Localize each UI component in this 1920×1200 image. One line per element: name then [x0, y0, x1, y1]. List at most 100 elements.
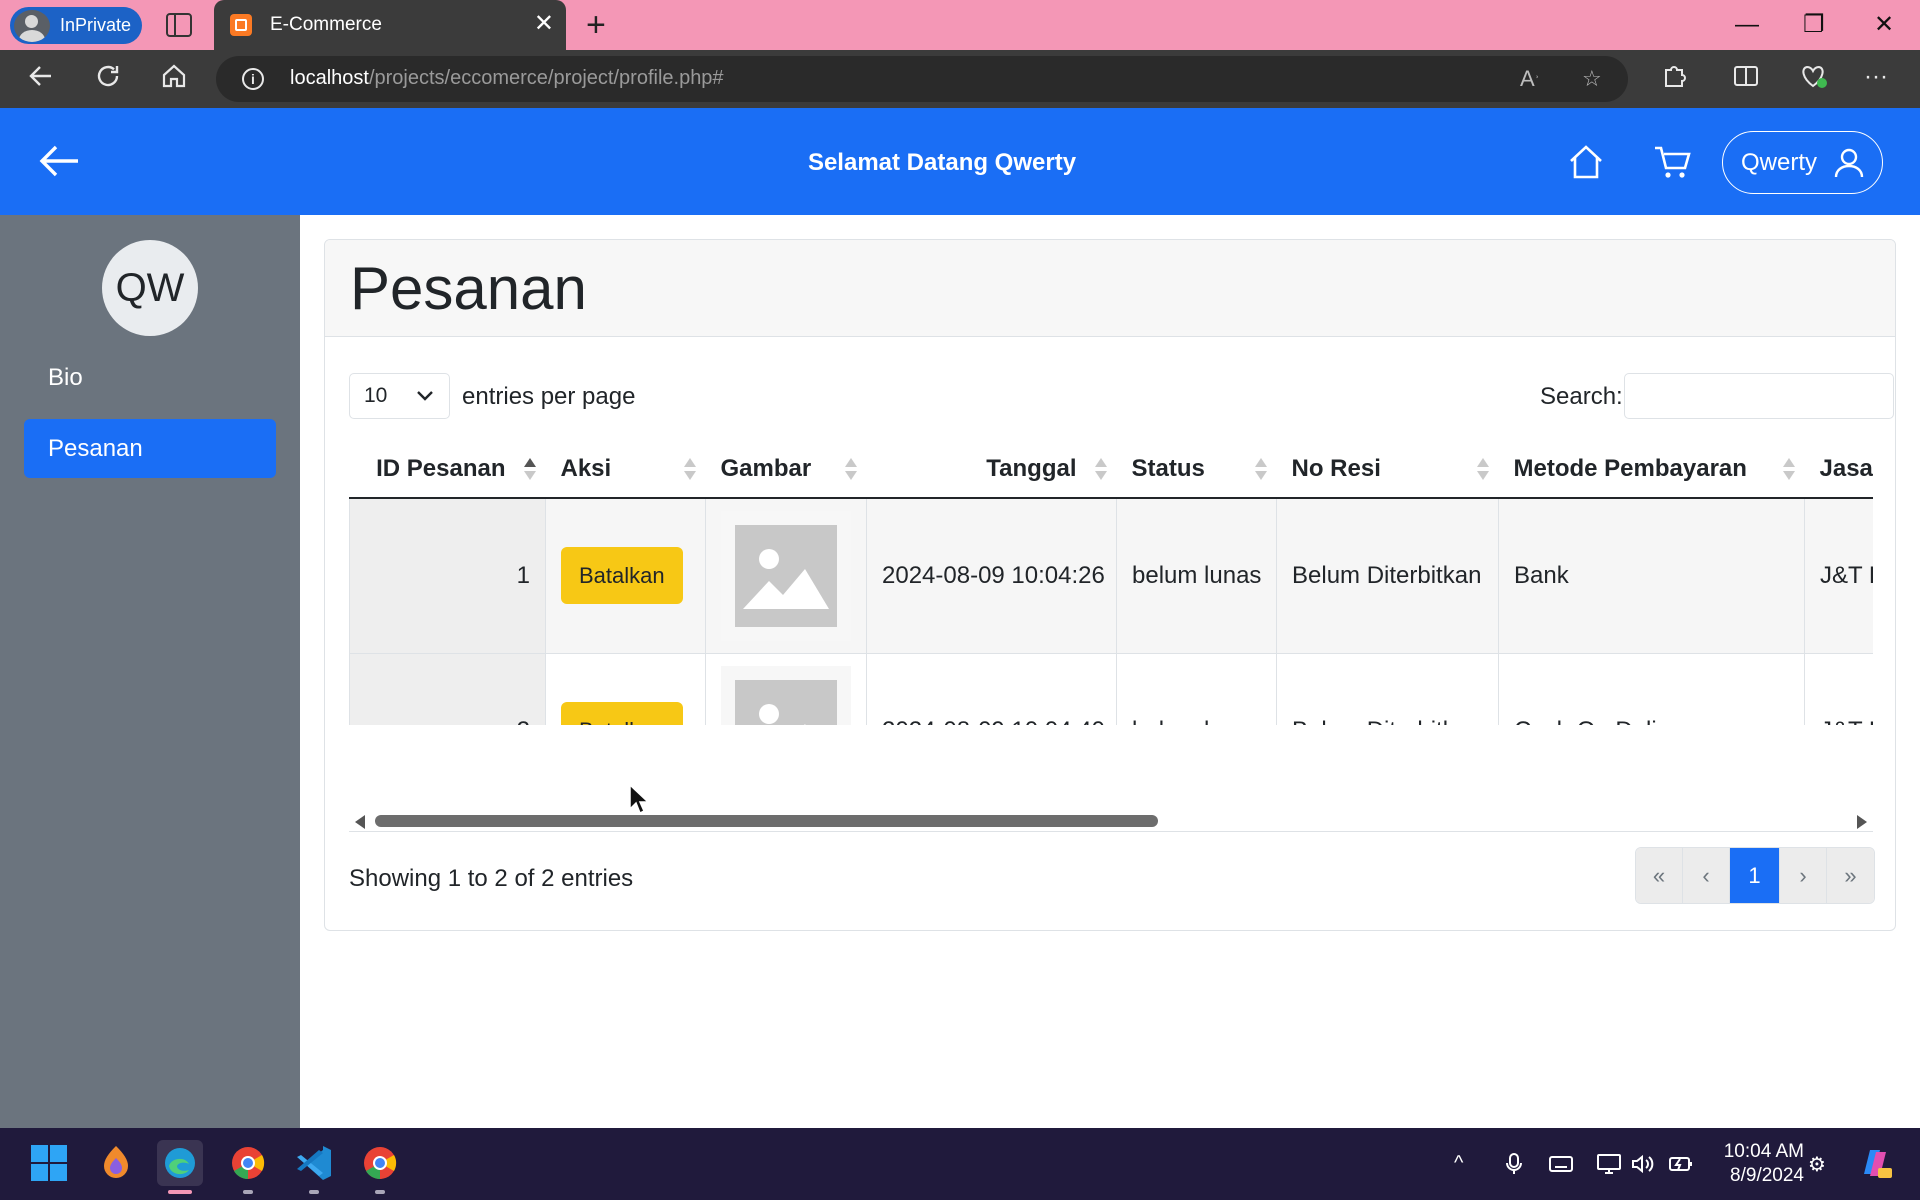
horizontal-scrollbar[interactable] — [349, 810, 1873, 832]
order-status: belum lunas — [1116, 498, 1277, 654]
tab-actions-icon[interactable] — [166, 13, 192, 37]
col-header-gambar[interactable]: Gambar — [705, 440, 867, 499]
entries-per-page-label: entries per page — [462, 383, 636, 410]
per-page-value: 10 — [364, 384, 388, 407]
orders-table-wrapper: ID Pesanan Aksi Gambar Tanggal Status No… — [349, 440, 1873, 725]
action-cell: Batalkan — [545, 498, 706, 654]
windows-taskbar: ^ 10:04 AM 8/9/2024 ⚙ — [0, 1128, 1920, 1200]
image-placeholder-icon — [743, 548, 829, 609]
chrome-app-icon[interactable] — [225, 1140, 271, 1186]
tray-chevron-up-icon[interactable]: ^ — [1454, 1152, 1463, 1175]
col-header-aksi[interactable]: Aksi — [545, 440, 706, 499]
more-menu-icon[interactable]: ··· — [1864, 62, 1888, 92]
app-running-indicator — [243, 1190, 253, 1194]
page-last-button[interactable]: » — [1827, 848, 1874, 903]
scrollbar-thumb[interactable] — [375, 815, 1158, 827]
browser-titlebar: InPrivate E-Commerce ✕ + — ❐ ✕ — [0, 0, 1920, 50]
profile-avatar-icon — [14, 9, 50, 42]
col-header-id[interactable]: ID Pesanan — [349, 440, 546, 499]
network-icon[interactable] — [1596, 1152, 1622, 1182]
cart-icon[interactable] — [1652, 142, 1692, 187]
site-info-icon[interactable]: i — [242, 68, 264, 90]
home-icon[interactable] — [160, 62, 188, 97]
app-home-icon[interactable] — [1566, 142, 1606, 187]
address-bar-row: i localhost/projects/eccomerce/project/p… — [0, 50, 1920, 108]
sidebar-item-pesanan[interactable]: Pesanan — [24, 419, 276, 478]
url-text: localhost/projects/eccomerce/project/pro… — [290, 67, 724, 89]
order-resi: Belum Diterbitkan — [1276, 498, 1499, 654]
sort-asc-icon — [523, 458, 536, 482]
search-input[interactable] — [1624, 373, 1894, 419]
app-navbar: Selamat Datang Qwerty Qwerty — [0, 108, 1920, 215]
restore-icon[interactable]: ❐ — [1803, 10, 1825, 40]
app-running-indicator — [309, 1190, 319, 1194]
cancel-order-button[interactable]: Batalkan — [561, 547, 683, 605]
microphone-icon[interactable] — [1504, 1152, 1524, 1182]
image-cell — [705, 653, 867, 725]
image-cell — [705, 498, 867, 654]
image-placeholder-icon — [759, 703, 806, 725]
chrome-app-icon[interactable] — [357, 1140, 403, 1186]
product-image-placeholder — [721, 510, 851, 641]
per-page-select[interactable]: 10 — [349, 373, 450, 419]
favorite-star-icon[interactable]: ☆ — [1582, 66, 1602, 92]
col-header-metode-pembayaran[interactable]: Metode Pembayaran — [1498, 440, 1805, 499]
cancel-order-button[interactable]: Batalkan — [561, 702, 683, 725]
keyboard-icon[interactable] — [1548, 1152, 1574, 1182]
scroll-left-icon[interactable] — [355, 815, 365, 829]
table-row: 1 Batalkan 2024-08-09 10:04:26 belum lun… — [349, 498, 1873, 654]
mouse-cursor-icon — [628, 783, 650, 820]
inprivate-badge[interactable]: InPrivate — [10, 7, 142, 44]
order-courier: J&T Express — [1804, 498, 1873, 654]
sort-icon — [844, 458, 857, 482]
minimize-icon[interactable]: — — [1735, 10, 1759, 40]
scroll-right-icon[interactable] — [1857, 815, 1867, 829]
col-header-jasa[interactable]: Jasa — [1804, 440, 1873, 499]
extensions-icon[interactable] — [1660, 62, 1688, 98]
read-aloud-icon[interactable]: Aʾ — [1520, 66, 1539, 92]
chevron-down-icon — [415, 374, 435, 434]
user-menu-button[interactable]: Qwerty — [1722, 131, 1883, 194]
sort-icon — [683, 458, 696, 482]
pagination: « ‹ 1 › » — [1635, 847, 1875, 904]
edge-app-icon[interactable] — [157, 1140, 203, 1186]
copilot-icon[interactable] — [1856, 1144, 1894, 1188]
sort-icon — [1094, 458, 1107, 482]
refresh-icon[interactable] — [94, 62, 122, 97]
page-current-button[interactable]: 1 — [1730, 848, 1780, 903]
profile-sidebar: QW Bio Pesanan — [0, 215, 300, 1128]
tab-close-icon[interactable]: ✕ — [534, 12, 554, 36]
col-header-status[interactable]: Status — [1116, 440, 1277, 499]
taskbar-clock[interactable]: 10:04 AM 8/9/2024 — [1712, 1140, 1804, 1188]
new-tab-icon[interactable]: + — [586, 6, 606, 44]
browser-tab-active[interactable]: E-Commerce ✕ — [214, 0, 566, 50]
sidebar-item-bio[interactable]: Bio — [24, 348, 276, 407]
page-next-button[interactable]: › — [1780, 848, 1827, 903]
settings-gear-icon[interactable]: ⚙ — [1808, 1152, 1826, 1177]
browser-essentials-icon[interactable] — [1798, 62, 1828, 98]
vscode-app-icon[interactable] — [291, 1140, 337, 1186]
battery-icon[interactable] — [1668, 1152, 1694, 1182]
volume-icon[interactable] — [1630, 1152, 1654, 1182]
page-prev-button[interactable]: ‹ — [1683, 848, 1730, 903]
url-field[interactable]: i localhost/projects/eccomerce/project/p… — [216, 56, 1628, 102]
card-header: Pesanan — [325, 240, 1895, 337]
back-icon[interactable] — [27, 62, 55, 97]
inprivate-label: InPrivate — [60, 15, 132, 35]
page-first-button[interactable]: « — [1636, 848, 1683, 903]
orders-card: Pesanan 10 entries per page Search: ID P… — [324, 239, 1896, 931]
orders-table: ID Pesanan Aksi Gambar Tanggal Status No… — [349, 440, 1873, 725]
order-resi: Belum Diterbitkan — [1276, 653, 1499, 725]
col-header-no-resi[interactable]: No Resi — [1276, 440, 1499, 499]
split-screen-icon[interactable] — [1732, 62, 1760, 98]
order-courier: J&T Express — [1804, 653, 1873, 725]
paint-app-icon[interactable] — [93, 1140, 139, 1186]
product-image-placeholder — [721, 665, 851, 725]
col-header-tanggal[interactable]: Tanggal — [866, 440, 1117, 499]
active-app-indicator — [168, 1190, 192, 1194]
windows-start-icon[interactable] — [26, 1140, 72, 1186]
close-window-icon[interactable]: ✕ — [1874, 10, 1894, 40]
clock-time: 10:04 AM — [1723, 1141, 1804, 1162]
sort-icon — [1476, 458, 1489, 482]
order-status: belum lunas — [1116, 653, 1277, 725]
